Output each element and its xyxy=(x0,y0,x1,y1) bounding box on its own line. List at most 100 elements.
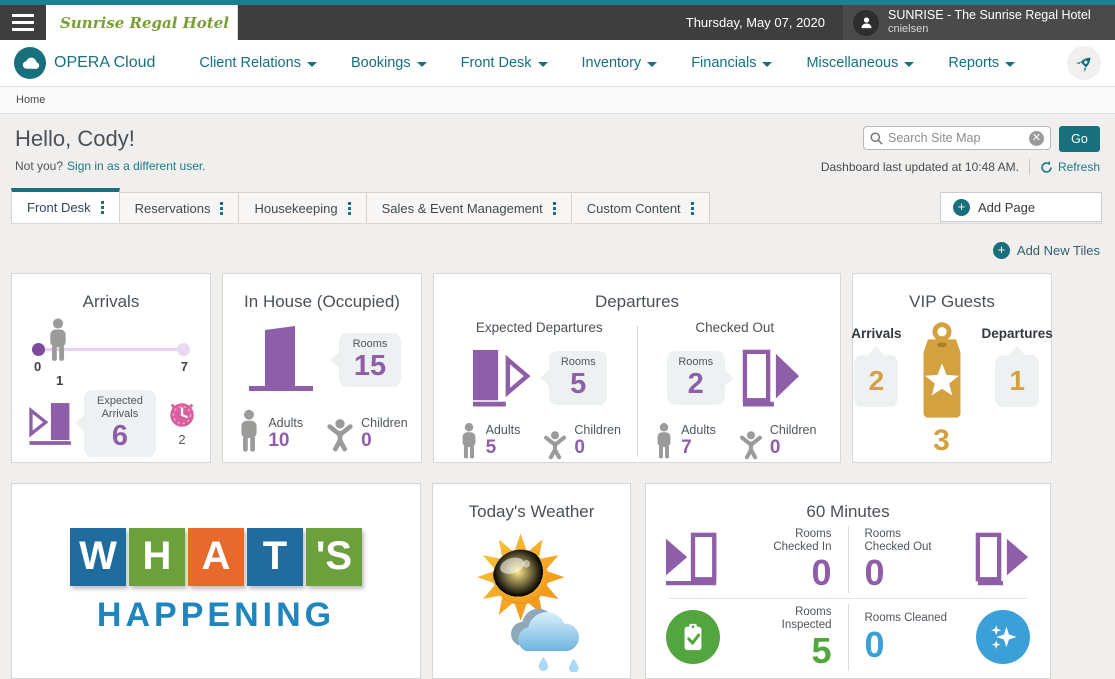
adults-label: Adults xyxy=(486,424,521,438)
rooms-cleaned-value: 0 xyxy=(865,625,885,665)
opera-cloud-brand[interactable]: OPERA Cloud xyxy=(14,47,155,79)
tab-custom-content[interactable]: Custom Content xyxy=(571,192,710,223)
vip-departures-label: Departures xyxy=(982,326,1053,341)
chevron-down-icon xyxy=(1005,62,1015,67)
chevron-down-icon xyxy=(762,62,772,67)
adults-label: Adults xyxy=(681,424,716,438)
letter-tile: T xyxy=(247,528,303,586)
kebab-menu-icon[interactable] xyxy=(691,202,694,215)
refresh-button[interactable]: Refresh xyxy=(1040,160,1100,174)
expected-departures-label: Expected Departures xyxy=(476,320,603,335)
tab-label: Custom Content xyxy=(587,201,681,216)
menu-client-relations[interactable]: Client Relations xyxy=(199,55,317,71)
clear-search-icon[interactable]: ✕ xyxy=(1029,131,1044,146)
expected-arrivals-label: Expected Arrivals xyxy=(94,395,146,421)
rooms-value: 5 xyxy=(559,369,597,399)
vip-guests-tile[interactable]: VIP Guests Arrivals 2 3 Departures xyxy=(852,273,1052,463)
menu-label: Reports xyxy=(948,55,999,71)
search-input[interactable] xyxy=(888,131,1024,145)
dashboard-tab-bar: Front Desk Reservations Housekeeping Sal… xyxy=(11,188,1102,224)
chevron-down-icon xyxy=(417,62,427,67)
in-house-tile[interactable]: In House (Occupied) Rooms 15 Adults10 xyxy=(222,273,422,463)
clock-count: 2 xyxy=(178,432,185,447)
cloud-icon xyxy=(14,47,46,79)
menu-front-desk[interactable]: Front Desk xyxy=(461,55,548,71)
checked-in-door-icon xyxy=(664,531,722,587)
chevron-down-icon xyxy=(538,62,548,67)
tab-label: Reservations xyxy=(135,201,211,216)
slider-max-label: 7 xyxy=(181,359,188,374)
rooms-checked-out-label: Rooms Checked Out xyxy=(865,528,949,553)
go-button[interactable]: Go xyxy=(1059,126,1100,152)
vip-tag-icon xyxy=(914,322,970,422)
last-updated-text: Dashboard last updated at 10:48 AM. xyxy=(821,160,1019,174)
rooms-checked-in-value: 0 xyxy=(811,553,831,593)
top-bar: Sunrise Regal Hotel Thursday, May 07, 20… xyxy=(0,5,1115,40)
kebab-menu-icon[interactable] xyxy=(348,202,351,215)
menu-label: Bookings xyxy=(351,55,411,71)
kebab-menu-icon[interactable] xyxy=(220,202,223,215)
arrival-door-icon xyxy=(28,392,74,454)
departures-tile[interactable]: Departures Expected Departures Rooms 5 xyxy=(433,273,841,463)
add-new-tiles-button[interactable]: + Add New Tiles xyxy=(993,242,1100,259)
menu-inventory[interactable]: Inventory xyxy=(582,55,658,71)
main-nav: OPERA Cloud Client Relations Bookings Fr… xyxy=(0,40,1115,87)
breadcrumb[interactable]: Home xyxy=(0,87,1115,114)
arrivals-slider[interactable]: 0 1 7 xyxy=(32,326,190,388)
sun-cloud-rain-icon xyxy=(456,524,608,672)
slider-end-dot[interactable] xyxy=(177,343,190,356)
menu-label: Inventory xyxy=(582,55,642,71)
slider-position-label: 1 xyxy=(56,373,63,388)
user-account-area[interactable]: SUNRISE - The Sunrise Regal Hotel cniels… xyxy=(843,5,1115,40)
tab-label: Front Desk xyxy=(27,200,91,215)
letter-tile: H xyxy=(129,528,185,586)
whats-happening-graphic: W H A T 'S HAPPENING xyxy=(20,494,412,668)
breadcrumb-home[interactable]: Home xyxy=(16,94,45,106)
add-page-label: Add Page xyxy=(978,200,1035,215)
chevron-down-icon xyxy=(647,62,657,67)
menu-financials[interactable]: Financials xyxy=(691,55,772,71)
rooms-inspected-value: 5 xyxy=(811,631,831,671)
tab-label: Housekeeping xyxy=(254,201,337,216)
occupied-door-icon xyxy=(243,324,319,396)
signin-different-user-link[interactable]: Sign in as a different user. xyxy=(67,159,206,173)
hamburger-menu-icon[interactable] xyxy=(0,5,46,40)
tab-reservations[interactable]: Reservations xyxy=(119,192,240,223)
rooms-cleaned-label: Rooms Cleaned xyxy=(865,612,947,625)
checked-out-label: Checked Out xyxy=(695,320,774,335)
divider xyxy=(668,598,1028,599)
username: cnielsen xyxy=(888,23,1091,36)
tab-sales-event-management[interactable]: Sales & Event Management xyxy=(366,192,572,223)
arrivals-tile[interactable]: Arrivals 0 1 7 Expected Arriv xyxy=(11,273,211,463)
page-title: Hello, Cody! xyxy=(15,126,206,152)
vip-departures-bubble: 1 xyxy=(995,355,1039,407)
tile-title: Today's Weather xyxy=(441,502,622,522)
hotel-logo: Sunrise Regal Hotel xyxy=(46,5,238,40)
kebab-menu-icon[interactable] xyxy=(101,201,104,214)
sixty-minutes-tile[interactable]: 60 Minutes Rooms Checked In 0 Rooms Chec… xyxy=(645,483,1051,679)
rooms-checked-out-value: 0 xyxy=(865,553,885,593)
rocket-icon xyxy=(1075,54,1094,73)
tab-label: Sales & Event Management xyxy=(382,201,543,216)
children-label: Children xyxy=(574,424,621,438)
tab-housekeeping[interactable]: Housekeeping xyxy=(238,192,366,223)
site-map-search[interactable]: ✕ xyxy=(863,126,1051,150)
menu-reports[interactable]: Reports xyxy=(948,55,1015,71)
child-icon xyxy=(738,429,764,461)
add-page-button[interactable]: + Add Page xyxy=(940,192,1102,222)
vip-arrivals-label: Arrivals xyxy=(851,326,901,341)
menu-bookings[interactable]: Bookings xyxy=(351,55,427,71)
weather-tile[interactable]: Today's Weather xyxy=(432,483,631,679)
quick-launch-button[interactable] xyxy=(1067,46,1101,80)
vip-total-value: 3 xyxy=(933,424,950,458)
tile-title: In House (Occupied) xyxy=(231,292,413,312)
whats-happening-tile[interactable]: W H A T 'S HAPPENING xyxy=(11,483,421,679)
adult-icon xyxy=(236,408,262,454)
plus-icon: + xyxy=(953,199,970,216)
tab-front-desk[interactable]: Front Desk xyxy=(11,188,120,223)
expected-departures-section: Expected Departures Rooms 5 xyxy=(442,318,637,461)
kebab-menu-icon[interactable] xyxy=(553,202,556,215)
adults-value: 7 xyxy=(681,438,716,459)
menu-label: Client Relations xyxy=(199,55,301,71)
menu-miscellaneous[interactable]: Miscellaneous xyxy=(806,55,914,71)
